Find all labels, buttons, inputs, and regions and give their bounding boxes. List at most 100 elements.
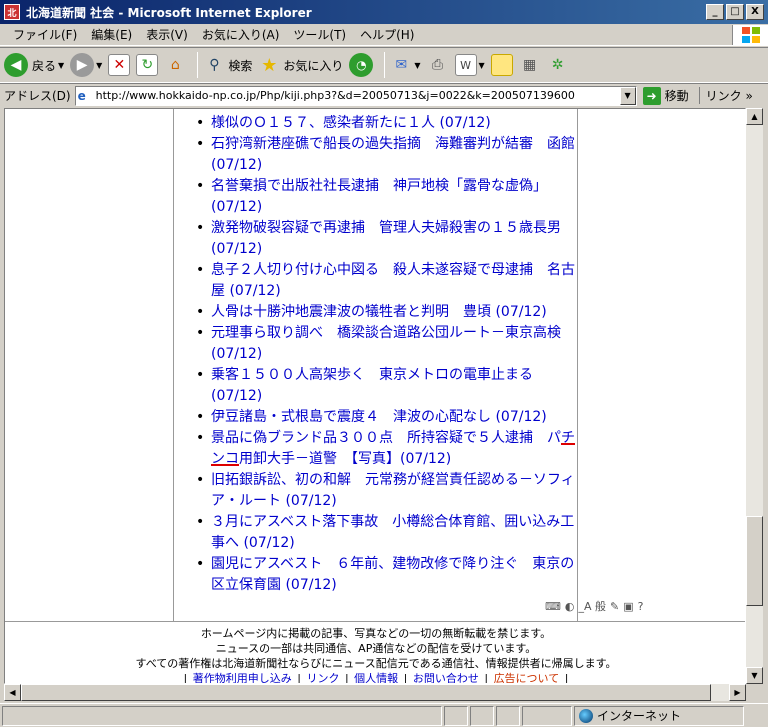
links-toolbar[interactable]: リンク » — [698, 87, 753, 104]
ime-language-bar[interactable]: ⌨ ◐ _A 般 ✎ ▣ ? — [545, 595, 745, 617]
column-divider-left — [173, 109, 174, 621]
footer-link-links[interactable]: リンク — [306, 672, 339, 683]
home-icon: ⌂ — [170, 57, 180, 73]
toolbar-separator — [197, 52, 199, 78]
minimize-button[interactable]: _ — [706, 4, 724, 20]
news-item[interactable]: 元理事ら取り調べ 橋梁談合道路公団ルート－東京高検 (07/12) — [195, 323, 575, 365]
footer-link-advertising[interactable]: 広告について — [494, 672, 560, 683]
edit-dropdown-icon[interactable]: ▼ — [479, 61, 485, 70]
research-icon: ▦ — [523, 57, 537, 73]
ime-mode-icon[interactable]: ◐ — [565, 600, 575, 613]
mail-icon: ✉ — [395, 57, 408, 73]
horizontal-scroll-thumb[interactable] — [21, 684, 711, 701]
scroll-up-icon[interactable]: ▲ — [746, 108, 763, 125]
footer-link-privacy[interactable]: 個人情報 — [354, 672, 398, 683]
menu-file[interactable]: ファイル(F) — [6, 24, 84, 45]
home-button[interactable]: ⌂ — [164, 54, 186, 76]
forward-dropdown-icon[interactable]: ▼ — [96, 61, 102, 70]
news-item[interactable]: 旧拓銀訴訟、初の和解 元常務が経営責任認める－ソフィア・ルート (07/12) — [195, 470, 575, 512]
search-label: 検索 — [228, 58, 253, 73]
menubar: ファイル(F) 編集(E) 表示(V) お気に入り(A) ツール(T) ヘルプ(… — [0, 24, 768, 46]
menu-tools[interactable]: ツール(T) — [286, 24, 353, 45]
back-label: 戻る — [32, 58, 57, 73]
news-item[interactable]: 伊豆諸島・式根島で震度４ 津波の心配なし (07/12) — [195, 407, 575, 428]
favorites-label: お気に入り — [283, 58, 344, 73]
footer-link-contact[interactable]: お問い合わせ — [413, 672, 479, 683]
ime-help-icon[interactable]: ? — [638, 600, 644, 613]
go-arrow-icon: ➜ — [642, 86, 661, 105]
news-item[interactable]: 名誉棄損で出版社社長逮捕 神戸地検「露骨な虚偽」 (07/12) — [195, 176, 575, 218]
maximize-button[interactable]: □ — [726, 4, 744, 20]
stop-icon: ✕ — [108, 54, 131, 76]
menu-view[interactable]: 表示(V) — [139, 24, 195, 45]
address-bar: アドレス(D) e http://www.hokkaido-np.co.jp/P… — [0, 83, 768, 107]
toolbar: ◀ 戻る ▼ ▶ ▼ ✕ ↻ ⌂ ⚲ 検索 ★ お気に入り ◔ ✉ ▼ ⎙ W … — [0, 47, 768, 83]
menu-favorites[interactable]: お気に入り(A) — [195, 24, 287, 45]
status-cell — [444, 705, 468, 726]
mail-dropdown-icon[interactable]: ▼ — [414, 61, 420, 70]
zone-label: インターネット — [597, 709, 682, 723]
keyboard-icon[interactable]: ⌨ — [545, 600, 561, 613]
favorites-button[interactable]: ★ お気に入り — [258, 54, 343, 76]
scrollbar-corner — [746, 684, 763, 701]
address-input[interactable]: e http://www.hokkaido-np.co.jp/Php/kiji.… — [74, 85, 637, 106]
window-titlebar[interactable]: 北 北海道新聞 社会 - Microsoft Internet Explorer… — [0, 0, 768, 24]
news-item[interactable]: 人骨は十勝沖地震津波の犠牲者と判明 豊頃 (07/12) — [195, 302, 575, 323]
footer-rights-line: すべての著作権は北海道新聞社ならびにニュース配信元である通信社、情報提供者に帰属… — [135, 657, 617, 670]
news-item[interactable]: ３月にアスベスト落下事故 小樽総合体育館、囲い込み工事へ (07/12) — [195, 512, 575, 554]
vertical-scrollbar[interactable]: ▲ ▼ — [746, 108, 763, 684]
horizontal-scrollbar[interactable]: ◀ ▶ — [4, 684, 746, 701]
news-item[interactable]: 乗客１５００人高架歩く 東京メトロの電車止まる (07/12) — [195, 365, 575, 407]
print-button[interactable]: ⎙ — [427, 54, 449, 76]
status-cell — [496, 705, 520, 726]
news-item[interactable]: 息子２人切り付け心中図る 殺人未遂容疑で母逮捕 名古屋 (07/12) — [195, 260, 575, 302]
address-label: アドレス(D) — [4, 89, 71, 103]
menu-help[interactable]: ヘルプ(H) — [353, 24, 421, 45]
forward-button[interactable]: ▶ ▼ — [70, 53, 102, 77]
scroll-down-icon[interactable]: ▼ — [746, 667, 763, 684]
edit-button[interactable]: W ▼ — [454, 54, 485, 76]
ie-page-icon: e — [77, 88, 86, 103]
status-cell — [470, 705, 494, 726]
status-cell — [522, 705, 572, 726]
mail-button[interactable]: ✉ ▼ — [390, 54, 420, 76]
back-arrow-icon: ◀ — [4, 53, 28, 77]
discuss-button[interactable] — [490, 54, 513, 76]
footer-news-source-line: ニュースの一部は共同通信、AP通信などの配信を受けています。 — [215, 642, 537, 655]
page-footer: ホームページ内に掲載の記事、写真などの一切の無断転載を禁じます。 ニュースの一部… — [5, 621, 745, 684]
ime-mode-text[interactable]: _A 般 — [579, 598, 607, 614]
status-bar: インターネット — [0, 703, 768, 727]
news-item[interactable]: 様似のＯ１５７、感染者新たに１人 (07/12) — [195, 113, 575, 134]
refresh-icon: ↻ — [136, 54, 159, 76]
scroll-right-icon[interactable]: ▶ — [729, 684, 746, 701]
news-item[interactable]: 激発物破裂容疑で再逮捕 管理人夫婦殺害の１５歳長男 (07/12) — [195, 218, 575, 260]
ime-pad-icon[interactable]: ▣ — [623, 600, 633, 613]
footer-link-usage[interactable]: 著作物利用申し込み — [193, 672, 292, 683]
stop-button[interactable]: ✕ — [108, 54, 131, 76]
back-dropdown-icon[interactable]: ▼ — [58, 61, 64, 70]
page-viewport[interactable]: 様似のＯ１５７、感染者新たに１人 (07/12) 石狩湾新港座礁で船長の過失指摘… — [4, 108, 746, 684]
history-button[interactable]: ◔ — [349, 53, 374, 77]
back-button[interactable]: ◀ 戻る ▼ — [4, 53, 64, 77]
close-button[interactable]: X — [746, 4, 764, 20]
messenger-button[interactable]: ✲ — [547, 54, 569, 76]
news-list: 様似のＯ１５７、感染者新たに１人 (07/12) 石狩湾新港座礁で船長の過失指摘… — [195, 113, 575, 596]
window-title: 北海道新聞 社会 - Microsoft Internet Explorer — [26, 5, 312, 20]
news-item[interactable]: 景品に偽ブランド品３００点 所持容疑で５人逮捕 パチンコ用卸大手－道警 【写真】… — [195, 428, 575, 470]
favorites-star-icon: ★ — [261, 54, 278, 76]
history-icon: ◔ — [349, 53, 374, 77]
go-button[interactable]: ➜ 移動 — [642, 86, 689, 105]
column-divider-right — [577, 109, 578, 621]
news-item[interactable]: 石狩湾新港座礁で船長の過失指摘 海難審判が結審 函館 (07/12) — [195, 134, 575, 176]
news-item[interactable]: 園児にアスベスト ６年前、建物改修で降り注ぐ 東京の区立保育園 (07/12) — [195, 554, 575, 596]
footer-links: | 著作物利用申し込み | リンク | 個人情報 | お問い合わせ | 広告につ… — [183, 672, 569, 684]
menu-edit[interactable]: 編集(E) — [84, 24, 139, 45]
address-dropdown-icon[interactable]: ▼ — [619, 86, 636, 105]
search-icon: ⚲ — [209, 57, 220, 73]
refresh-button[interactable]: ↻ — [136, 54, 159, 76]
ime-tool-icon[interactable]: ✎ — [610, 600, 619, 613]
scroll-left-icon[interactable]: ◀ — [4, 684, 21, 701]
research-button[interactable]: ▦ — [519, 54, 541, 76]
search-button[interactable]: ⚲ 検索 — [203, 54, 252, 76]
vertical-scroll-thumb[interactable] — [746, 516, 763, 606]
